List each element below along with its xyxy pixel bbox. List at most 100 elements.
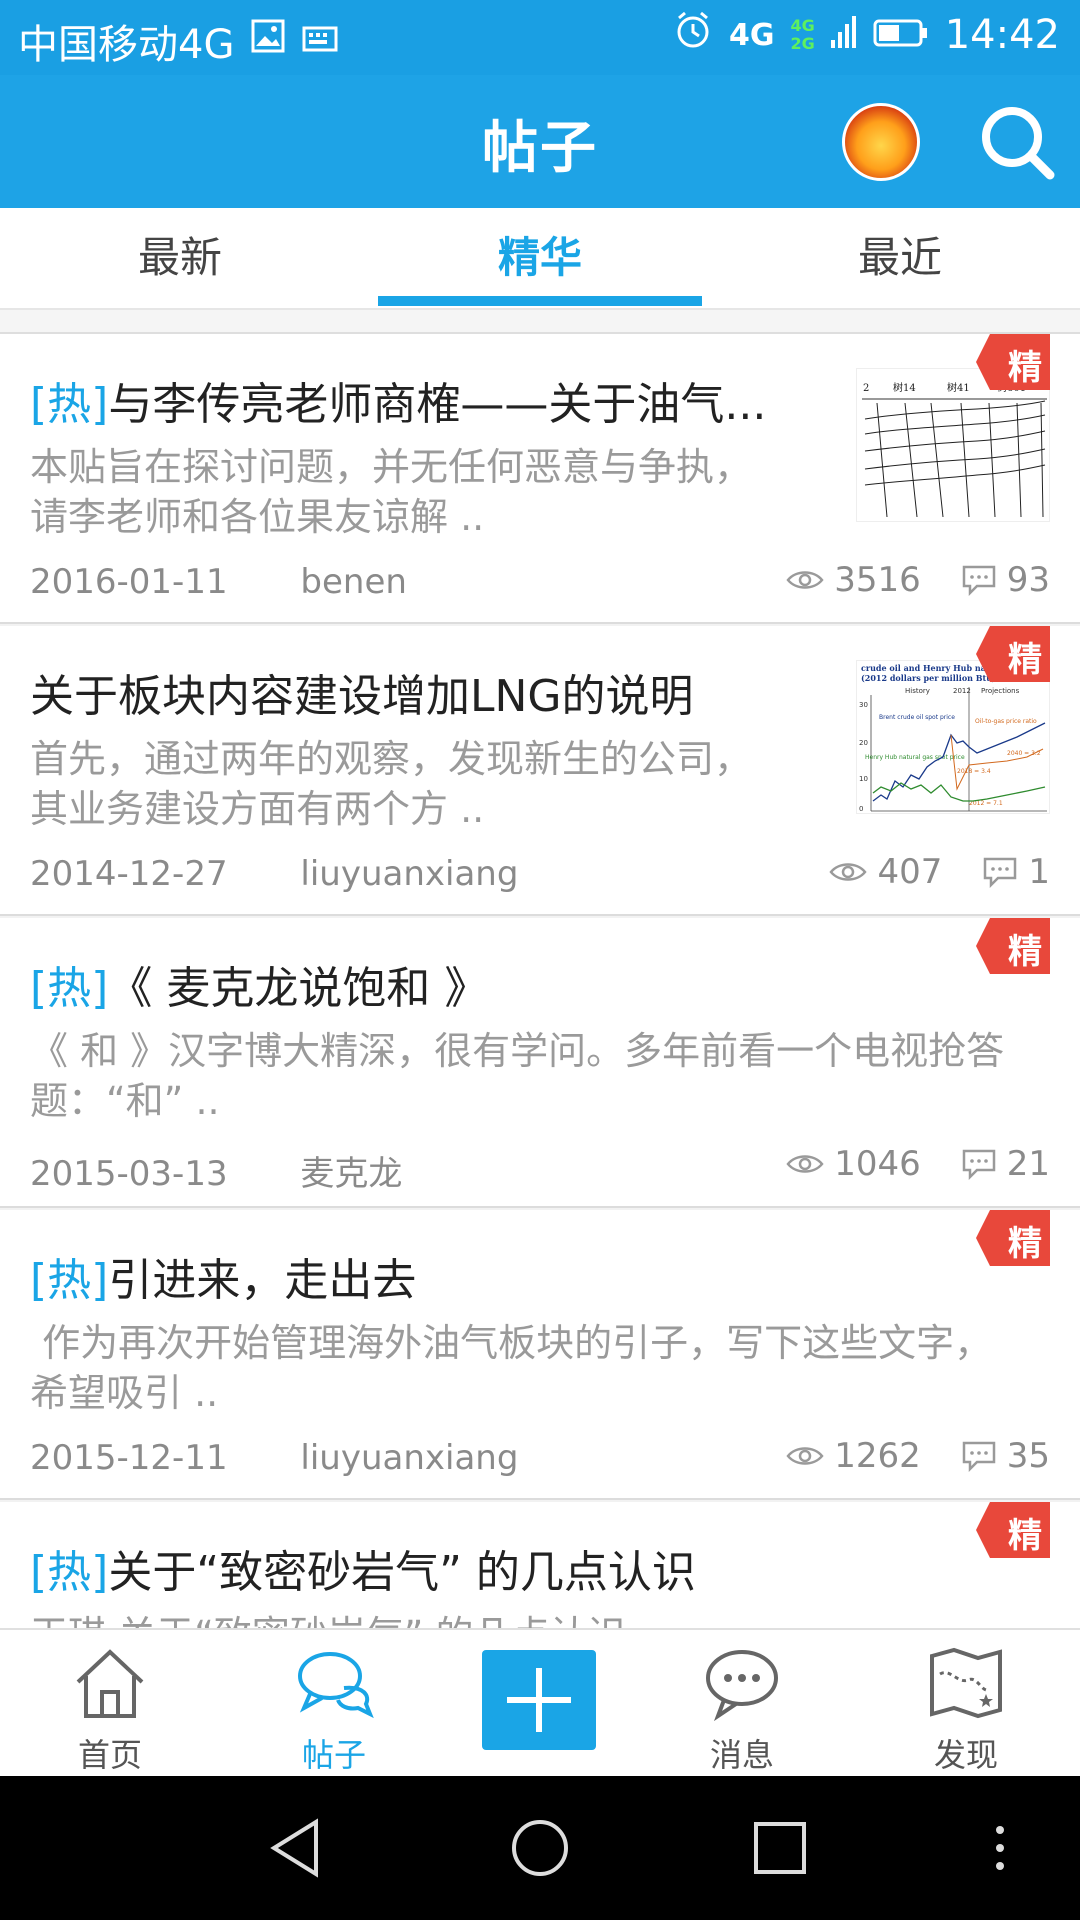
view-count: 3516 bbox=[834, 560, 921, 600]
status-bar: 中国移动4G 4G 4G 2G 14:42 bbox=[0, 0, 1080, 75]
nav-home-label: 首页 bbox=[77, 1736, 142, 1774]
hot-tag: [热] bbox=[30, 1547, 109, 1598]
post-thumbnail[interactable]: crude oil and Henry Hub natural gas, f (… bbox=[856, 660, 1050, 814]
thumb-ytick: 30 bbox=[859, 701, 868, 709]
chat-bubbles-icon bbox=[298, 1652, 374, 1719]
comment-count: 1 bbox=[1028, 852, 1050, 892]
comment-count: 93 bbox=[1006, 560, 1050, 600]
nav-messages[interactable]: 消息 bbox=[634, 1630, 850, 1778]
thumb-legend-history: History bbox=[905, 687, 930, 695]
network-secondary-top: 4G bbox=[790, 16, 815, 35]
post-excerpt: 作为再次开始管理海外油气板块的引子，写下这些文字，希望吸引 .. bbox=[30, 1321, 993, 1415]
post-item[interactable]: 关于板块内容建设增加LNG的说明 首先，通过两年的观察，发现新生的公司，其业务建… bbox=[0, 626, 1080, 916]
battery-icon bbox=[873, 12, 929, 58]
thumb-label-henry: Henry Hub natural gas spot price bbox=[865, 754, 965, 761]
post-title: [热]关于“致密砂岩气” 的几点认识 bbox=[30, 1536, 1030, 1600]
post-author[interactable]: liuyuanxiang bbox=[300, 1438, 518, 1478]
tab-featured[interactable]: 精华 bbox=[360, 208, 720, 308]
post-excerpt: 王琪 关于“致密砂岩气” 的几点认识 bbox=[30, 1610, 1030, 1628]
view-count: 1046 bbox=[834, 1144, 921, 1184]
image-icon bbox=[250, 18, 286, 64]
thumb-label: 树14 bbox=[893, 381, 916, 394]
eye-icon bbox=[786, 1447, 824, 1465]
thumb-label: 树41 bbox=[947, 381, 970, 394]
post-item[interactable]: [热]《 麦克龙说饱和 》 《 和 》汉字博大精深，很有学问。多年前看一个电视抢… bbox=[0, 918, 1080, 1208]
hot-tag: [热] bbox=[30, 963, 109, 1014]
featured-badge-label: 精 bbox=[1008, 1224, 1042, 1264]
system-nav-bar bbox=[0, 1776, 1080, 1920]
post-excerpt: 首先，通过两年的观察，发现新生的公司，其业务建设方面有两个方 .. bbox=[30, 737, 753, 831]
carrier-label: 中国移动4G bbox=[18, 22, 235, 68]
thumbnail-chart-image: crude oil and Henry Hub natural gas, f (… bbox=[859, 663, 1047, 813]
post-meta: 2016-01-11 benen bbox=[30, 562, 407, 602]
app-bar: 帖子 bbox=[0, 75, 1080, 208]
post-author[interactable]: 麦克龙 bbox=[300, 1154, 402, 1194]
nav-posts-label: 帖子 bbox=[301, 1736, 366, 1774]
thumb-label-2040: 2040 = 3.2 bbox=[1007, 750, 1041, 757]
post-excerpt: 《 和 》汉字博大精深，很有学问。多年前看一个电视抢答题：“和” .. bbox=[30, 1029, 1005, 1123]
post-date: 2015-03-13 bbox=[30, 1154, 228, 1194]
message-icon bbox=[706, 1650, 778, 1722]
comment-icon bbox=[962, 565, 995, 596]
post-title: [热]引进来，走出去 bbox=[30, 1244, 1030, 1308]
thumb-legend-projections: Projections bbox=[981, 687, 1020, 695]
post-title-text: 《 麦克龙说饱和 》 bbox=[108, 963, 489, 1014]
post-meta: 2014-12-27 liuyuanxiang bbox=[30, 854, 518, 894]
feed-top-spacer bbox=[0, 310, 1080, 334]
tab-latest[interactable]: 最新 bbox=[0, 208, 360, 308]
featured-badge: 精 bbox=[976, 626, 1050, 682]
hot-tag: [热] bbox=[30, 1255, 109, 1306]
map-icon bbox=[930, 1647, 1002, 1719]
network-secondary-bottom: 2G bbox=[790, 34, 815, 53]
post-date: 2016-01-11 bbox=[30, 562, 228, 602]
featured-badge: 精 bbox=[976, 334, 1050, 390]
featured-badge-label: 精 bbox=[1008, 1516, 1042, 1556]
post-author[interactable]: benen bbox=[300, 562, 407, 602]
search-button[interactable] bbox=[978, 103, 1058, 183]
featured-badge: 精 bbox=[976, 918, 1050, 974]
post-stats: 1046 21 bbox=[786, 1144, 1050, 1184]
network-type-label: 4G bbox=[728, 17, 775, 53]
post-author[interactable]: liuyuanxiang bbox=[300, 854, 518, 894]
signal-icon bbox=[830, 12, 857, 58]
add-post-button[interactable] bbox=[482, 1650, 596, 1750]
post-item[interactable]: [热]关于“致密砂岩气” 的几点认识 王琪 关于“致密砂岩气” 的几点认识 精 bbox=[0, 1502, 1080, 1628]
post-meta: 2015-03-13 麦克龙 bbox=[30, 1146, 402, 1195]
post-item[interactable]: [热]与李传亮老师商榷——关于油气... 本贴旨在探讨问题，并无任何恶意与争执，… bbox=[0, 334, 1080, 624]
clock-label: 14:42 bbox=[944, 12, 1060, 58]
post-stats: 3516 93 bbox=[786, 560, 1050, 600]
nav-posts[interactable]: 帖子 bbox=[226, 1630, 442, 1778]
comment-icon bbox=[984, 857, 1017, 888]
post-title: [热]与李传亮老师商榷——关于油气... bbox=[30, 368, 790, 432]
nav-home[interactable]: 首页 bbox=[2, 1630, 218, 1778]
recents-icon[interactable] bbox=[740, 1808, 820, 1888]
post-item[interactable]: [热]引进来，走出去 作为再次开始管理海外油气板块的引子，写下这些文字，希望吸引… bbox=[0, 1210, 1080, 1500]
alarm-icon bbox=[673, 10, 713, 60]
featured-badge-label: 精 bbox=[1008, 348, 1042, 388]
featured-badge-label: 精 bbox=[1008, 640, 1042, 680]
back-icon[interactable] bbox=[260, 1808, 340, 1888]
post-feed[interactable]: [热]与李传亮老师商榷——关于油气... 本贴旨在探讨问题，并无任何恶意与争执，… bbox=[0, 310, 1080, 1628]
post-title-text: 引进来，走出去 bbox=[108, 1255, 417, 1306]
post-stats: 407 1 bbox=[829, 852, 1050, 892]
nav-discover-label: 发现 bbox=[933, 1736, 998, 1774]
nav-discover[interactable]: 发现 bbox=[858, 1630, 1074, 1778]
eye-icon bbox=[829, 863, 868, 881]
network-secondary: 4G 2G bbox=[790, 17, 814, 53]
avatar[interactable] bbox=[842, 103, 920, 181]
post-title-text: 关于板块内容建设增加LNG的说明 bbox=[30, 671, 694, 722]
status-left: 中国移动4G bbox=[18, 12, 338, 70]
tab-recent[interactable]: 最近 bbox=[720, 208, 1080, 308]
keyboard-icon bbox=[302, 18, 338, 64]
post-thumbnail[interactable]: 2 树14 树41 树601 bbox=[856, 368, 1050, 522]
featured-badge-label: 精 bbox=[1008, 932, 1042, 972]
post-title: 关于板块内容建设增加LNG的说明 bbox=[30, 660, 790, 724]
home-circle-icon[interactable] bbox=[500, 1808, 580, 1888]
thumb-label-ratio: Oil-to-gas price ratio bbox=[975, 718, 1037, 725]
search-icon bbox=[982, 107, 1055, 180]
thumb-ytick: 20 bbox=[859, 739, 868, 747]
view-count: 407 bbox=[877, 852, 943, 892]
thumb-ytick: 10 bbox=[859, 775, 868, 783]
more-options-icon[interactable] bbox=[960, 1808, 1040, 1888]
plus-icon bbox=[507, 1668, 571, 1732]
